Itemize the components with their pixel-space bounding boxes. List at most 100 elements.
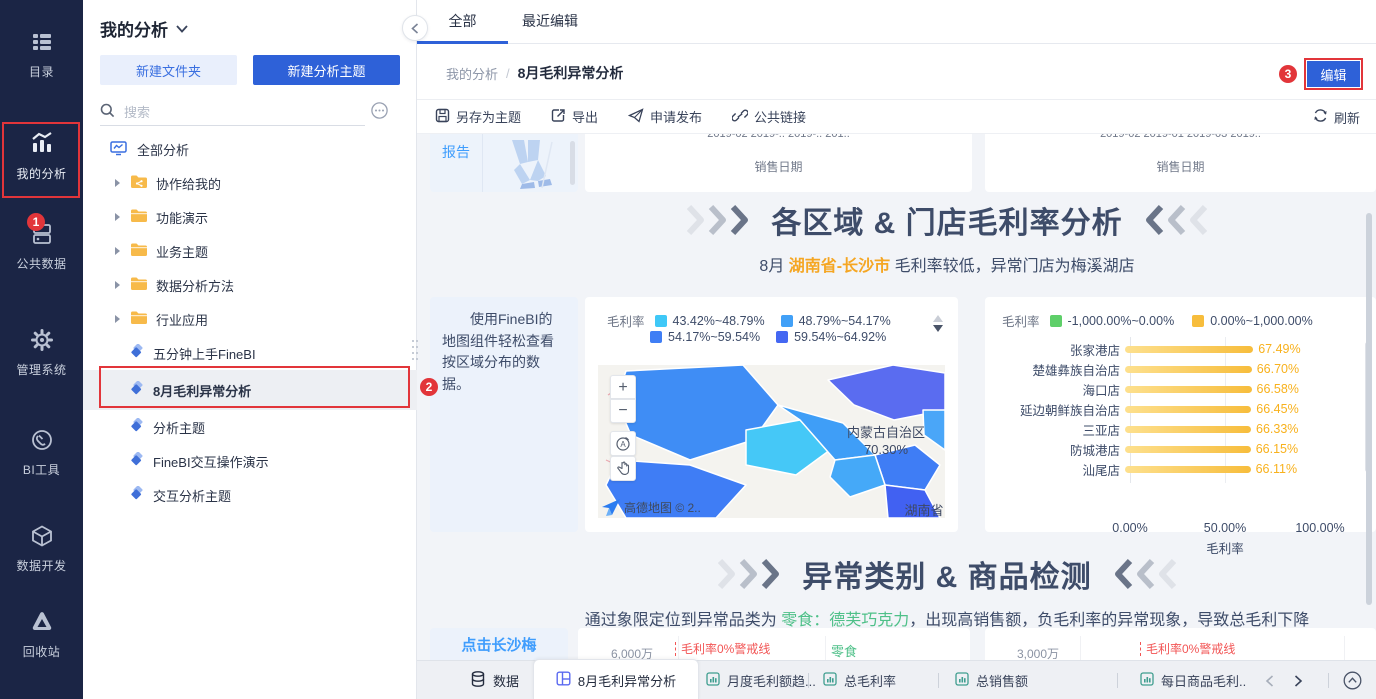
export-button[interactable]: 导出: [551, 107, 598, 126]
legend-swatch: [1049, 314, 1062, 327]
tree-item-shared-folder[interactable]: 协作给我的: [83, 166, 417, 200]
annotation-badge-step2: 2: [420, 378, 438, 396]
tree-item-business-theme[interactable]: 业务主题: [83, 234, 417, 268]
tab-recent-edit[interactable]: 最近编辑: [515, 0, 585, 44]
arrow-up-icon: [933, 315, 943, 322]
store-margin-bar-chart-card[interactable]: 毛利率 -1,000.00%~0.00% 0.00%~1,000.00% 张家港…: [985, 297, 1376, 556]
tree-item-5min-finebi[interactable]: 五分钟上手FineBI: [83, 336, 417, 370]
sheet-tab-total-sales[interactable]: 总销售额: [955, 661, 1028, 699]
warning-line-label: 毛利率0%警戒线: [675, 642, 770, 657]
tree-item-industry-apps[interactable]: 行业应用: [83, 302, 417, 336]
caret-right-icon[interactable]: [115, 247, 120, 255]
sheet-tab-active[interactable]: 8月毛利异常分析: [533, 659, 699, 699]
sidebar-item-admin-system[interactable]: 管理系统: [0, 328, 83, 378]
bottom-sheet-bar: 数据 8月毛利异常分析 月度毛利额趋... 总毛利率 总销售额 每日商品毛利..: [417, 659, 1376, 699]
tree-item-feature-demo[interactable]: 功能演示: [83, 200, 417, 234]
finebi-app-window: 目录 我的分析 公共数据 管理系统 BI工具 数据开发 回收站 我的分析 新建文…: [0, 0, 1376, 699]
toolbar: 另存为主题 导出 申请发布 公共链接 刷新: [417, 100, 1376, 134]
expand-panel-button[interactable]: [1343, 661, 1362, 699]
caret-right-icon[interactable]: [115, 179, 120, 187]
card-scrollbar[interactable]: [570, 141, 575, 185]
top-right-chart-card[interactable]: 2019-02 2019-01 2019-03 2019.. 销售日期: [985, 134, 1376, 192]
analysis-theme-icon: [130, 380, 145, 399]
caret-right-icon[interactable]: [115, 213, 120, 221]
bottom-right-chart-card[interactable]: 3,000万 毛利率0%警戒线: [985, 628, 1376, 660]
top-left-chart-card[interactable]: 2019-02 2019-.. 2019-.. 201.. 销售日期: [585, 134, 972, 192]
breadcrumb: 我的分析 / 8月毛利异常分析: [446, 64, 624, 83]
tree-item-analysis-theme[interactable]: 分析主题: [83, 410, 417, 444]
data-dev-icon: [0, 524, 83, 548]
map-zoom-in-button[interactable]: +: [610, 375, 636, 399]
x-tick-labels: 2019-02 2019-.. 2019-.. 201..: [707, 134, 850, 140]
map-pan-hand-button[interactable]: [610, 456, 636, 481]
legend-title: 毛利率: [607, 315, 645, 329]
report-card[interactable]: 报告: [430, 134, 578, 192]
tree-item-finebi-interactive-demo[interactable]: FineBI交互操作演示: [83, 444, 417, 478]
folder-icon: [130, 276, 148, 294]
sheet-tab-monthly-margin[interactable]: 月度毛利额趋...: [706, 661, 816, 699]
vertical-scrollbar[interactable]: [1366, 213, 1372, 605]
tree-item-interactive-analysis-theme[interactable]: 交互分析主题: [83, 478, 417, 512]
sidebar-item-directory[interactable]: 目录: [0, 30, 83, 80]
caret-right-icon[interactable]: [115, 315, 120, 323]
section-title: 各区域 & 门店毛利率分析: [771, 207, 1123, 240]
map-note-card[interactable]: 使用FineBI的地图组件轻松查看按区域分布的数据。: [430, 297, 578, 532]
section-region-store-margin: 各区域 & 门店毛利率分析 8月 湖南省-长沙市 毛利率较低，异常门店为梅溪湖店: [517, 198, 1376, 276]
sidebar-item-data-dev[interactable]: 数据开发: [0, 524, 83, 574]
data-tab[interactable]: 数据: [471, 661, 519, 699]
analysis-tree-panel: 我的分析 新建文件夹 新建分析主题 全部分析 协作给我的: [83, 0, 417, 699]
click-hint-card[interactable]: 点击长沙梅: [430, 628, 568, 660]
sidebar-item-my-analysis[interactable]: 我的分析: [0, 130, 83, 182]
sidebar-item-recycle-bin[interactable]: 回收站: [0, 610, 83, 660]
save-as-theme-button[interactable]: 另存为主题: [435, 107, 521, 126]
bar-row[interactable]: 防城港店 66.15%: [985, 439, 1376, 459]
legend-pager[interactable]: [933, 315, 943, 332]
search-input[interactable]: [124, 105, 324, 120]
legend-swatch: [654, 314, 667, 327]
map-compass-button[interactable]: A: [610, 431, 636, 456]
caret-right-icon[interactable]: [115, 281, 120, 289]
tree-item-all-analysis[interactable]: 全部分析: [83, 132, 417, 166]
bar-row[interactable]: 楚雄彝族自治店 66.70%: [985, 359, 1376, 379]
new-folder-button[interactable]: 新建文件夹: [100, 55, 237, 85]
tab-all[interactable]: 全部: [417, 0, 508, 44]
sheet-tab-total-margin-rate[interactable]: 总毛利率: [823, 661, 896, 699]
sidebar-item-bi-tools[interactable]: BI工具: [0, 428, 83, 478]
bar-row[interactable]: 海口店 66.58%: [985, 379, 1376, 399]
legend-swatch: [780, 314, 793, 327]
y-axis-value: 3,000万: [1017, 647, 1060, 660]
scroll-tabs-left-button[interactable]: [1265, 661, 1274, 699]
save-as-icon: [435, 108, 450, 126]
highlight-category: 零食：德芙巧克力: [781, 612, 910, 629]
collapse-panel-button[interactable]: [402, 15, 428, 41]
panel-resize-handle[interactable]: [411, 338, 418, 360]
analysis-theme-icon: [130, 343, 145, 362]
main-area: 全部 最近编辑 我的分析 / 8月毛利异常分析 编辑 另存为主题 导出 申请发布…: [402, 0, 1376, 699]
chevron-down-icon[interactable]: [176, 20, 188, 38]
public-link-button[interactable]: 公共链接: [731, 107, 806, 126]
map-zoom-out-button[interactable]: −: [610, 399, 636, 423]
refresh-button[interactable]: 刷新: [1313, 100, 1360, 134]
china-map[interactable]: 内蒙古自治区 70.30% 湖南省 + − A 高德地图 © 2..: [598, 365, 945, 518]
sheet-tab-daily-product-margin[interactable]: 每日商品毛利..: [1140, 661, 1246, 699]
bar-row[interactable]: 张家港店 67.49%: [985, 339, 1376, 359]
map-chart-card[interactable]: 毛利率 43.42%~48.79% 48.79%~54.17% 54.17%~5…: [585, 297, 958, 532]
analysis-theme-icon: [130, 451, 145, 470]
new-theme-button[interactable]: 新建分析主题: [253, 55, 400, 85]
map-region-label: 内蒙古自治区 70.30%: [846, 425, 925, 457]
scroll-tabs-right-button[interactable]: [1294, 661, 1303, 699]
analysis-theme-icon: [130, 417, 145, 436]
bar-row[interactable]: 汕尾店 66.11%: [985, 459, 1376, 479]
highlight-region: 湖南省-长沙市: [788, 258, 891, 275]
tree-item-august-margin-analysis[interactable]: 8月毛利异常分析: [83, 370, 417, 410]
request-publish-button[interactable]: 申请发布: [627, 107, 702, 126]
edit-button[interactable]: 编辑: [1307, 61, 1360, 87]
breadcrumb-parent[interactable]: 我的分析: [446, 64, 498, 83]
sidebar-item-public-data[interactable]: 公共数据: [0, 222, 83, 272]
my-analysis-icon: [0, 130, 83, 156]
tree-item-analysis-methods[interactable]: 数据分析方法: [83, 268, 417, 302]
bar-row[interactable]: 延边朝鲜族自治店 66.45%: [985, 399, 1376, 419]
more-options-icon[interactable]: [371, 102, 388, 124]
bottom-left-chart-card[interactable]: 6,000万 毛利率0%警戒线 零食: [578, 628, 970, 660]
bar-row[interactable]: 三亚店 66.33%: [985, 419, 1376, 439]
